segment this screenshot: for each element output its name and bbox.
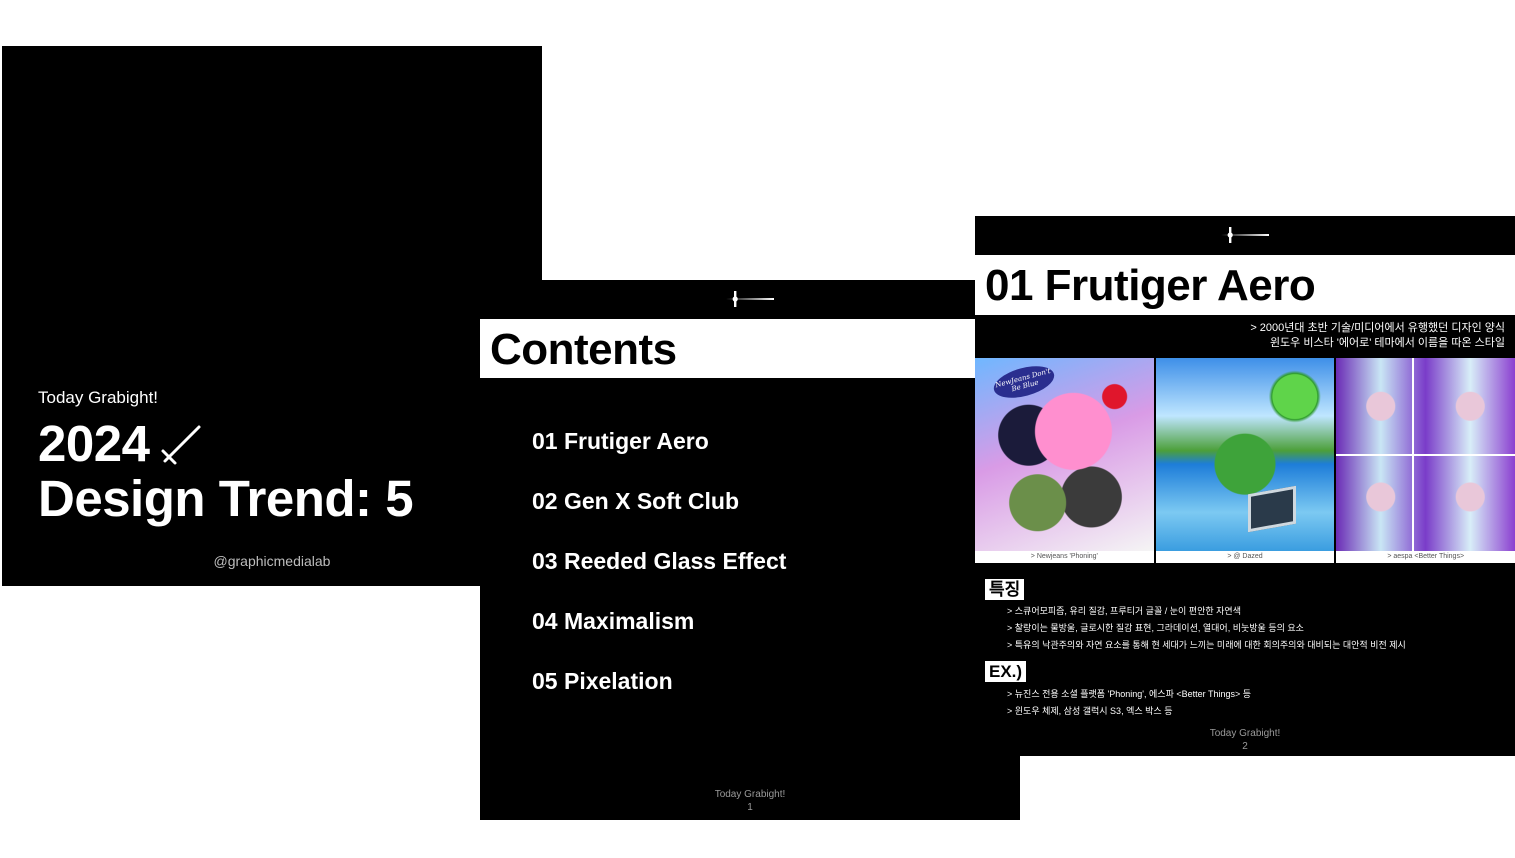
- grid-divider: [1412, 358, 1415, 551]
- contents-footer: Today Grabight! 1: [480, 788, 1020, 814]
- image-aespa: > aespa <Better Things>: [1336, 358, 1515, 563]
- examples-list: > 뉴진스 전용 소셜 플랫폼 'Phoning', 에스파 <Better T…: [1007, 686, 1251, 720]
- aero-description: > 2000년대 초반 기술/미디어에서 유행했던 디자인 양식 윈도우 비스타…: [1250, 321, 1505, 351]
- aero-desc-line: 윈도우 비스타 '에어로' 테마에서 이름을 따온 스타일: [1269, 337, 1505, 349]
- logo-bar: [975, 216, 1515, 254]
- contents-title: Contents: [490, 325, 677, 374]
- contents-slide: Contents 01 Frutiger Aero 02 Gen X Soft …: [480, 280, 1020, 820]
- newjeans-badge: NewJeans Don't Be Blue: [990, 360, 1058, 404]
- page-number: 1: [747, 802, 753, 813]
- example-images: NewJeans Don't Be Blue > Newjeans 'Phoni…: [975, 358, 1515, 563]
- cover-subtitle: Today Grabight!: [38, 388, 159, 407]
- contents-item: 03 Reeded Glass Effect: [532, 548, 787, 574]
- example-item: > 윈도우 체제, 삼성 갤럭시 S3, 엑스 박스 등: [1007, 706, 1173, 716]
- contents-item: 02 Gen X Soft Club: [532, 488, 740, 514]
- aero-title-band: 01 Frutiger Aero: [975, 255, 1515, 315]
- aespa-grid-image: [1336, 358, 1515, 551]
- aero-desc-line: > 2000년대 초반 기술/미디어에서 유행했던 디자인 양식: [1250, 322, 1505, 334]
- features-heading: 특징: [985, 579, 1025, 600]
- image-newjeans: NewJeans Don't Be Blue > Newjeans 'Phoni…: [975, 358, 1154, 563]
- sword-icon: [161, 425, 201, 465]
- image-caption: > @ Dazed: [1155, 551, 1335, 563]
- feature-item: > 스큐어모피즘, 유리 질감, 프루티거 글꼴 / 눈이 편안한 자연색: [1007, 606, 1241, 616]
- frutiger-aero-slide: 01 Frutiger Aero > 2000년대 초반 기술/미디어에서 유행…: [975, 216, 1515, 756]
- cover-handle: @graphicmedialab: [213, 553, 331, 569]
- newjeans-collage-image: NewJeans Don't Be Blue: [975, 358, 1154, 551]
- features-list: > 스큐어모피즘, 유리 질감, 프루티거 글꼴 / 눈이 편안한 자연색 > …: [1007, 603, 1406, 654]
- monitor-graphic: [1247, 485, 1296, 533]
- feature-item: > 특유의 낙관주의와 자연 요소를 통해 현 세대가 느끼는 미래에 대한 회…: [1007, 640, 1406, 650]
- contents-item: 01 Frutiger Aero: [532, 428, 709, 454]
- image-caption: > Newjeans 'Phoning': [975, 551, 1154, 563]
- cover-slide: Today Grabight! 2024 Design Trend: 5 @gr…: [2, 46, 542, 586]
- aero-footer: Today Grabight! 2: [975, 727, 1515, 753]
- dagger-logo-icon: [1221, 227, 1269, 243]
- frutiger-aero-image: [1155, 358, 1335, 551]
- cover-title-year: 2024: [38, 415, 150, 472]
- contents-item: 05 Pixelation: [532, 668, 673, 694]
- logo-bar: [480, 280, 1020, 318]
- contents-list: 01 Frutiger Aero 02 Gen X Soft Club 03 R…: [532, 426, 786, 726]
- cover-title: 2024 Design Trend: 5: [38, 415, 414, 527]
- cover-title-line2: Design Trend: 5: [38, 470, 414, 527]
- footer-text: Today Grabight!: [714, 789, 786, 800]
- dagger-logo-icon: [726, 291, 774, 307]
- image-dazed: > @ Dazed: [1155, 358, 1335, 563]
- image-caption: > aespa <Better Things>: [1336, 551, 1515, 563]
- contents-item: 04 Maximalism: [532, 608, 695, 634]
- contents-title-band: Contents: [480, 319, 1020, 378]
- feature-item: > 찰랑이는 물방울, 글로시한 질감 표현, 그라데이션, 열대어, 비눗방울…: [1007, 623, 1304, 633]
- example-item: > 뉴진스 전용 소셜 플랫폼 'Phoning', 에스파 <Better T…: [1007, 689, 1252, 699]
- aero-title: 01 Frutiger Aero: [985, 261, 1316, 310]
- page-number: 2: [1242, 741, 1248, 752]
- grid-divider: [1336, 454, 1515, 456]
- footer-text: Today Grabight!: [1209, 728, 1281, 739]
- examples-heading: EX.): [985, 661, 1027, 682]
